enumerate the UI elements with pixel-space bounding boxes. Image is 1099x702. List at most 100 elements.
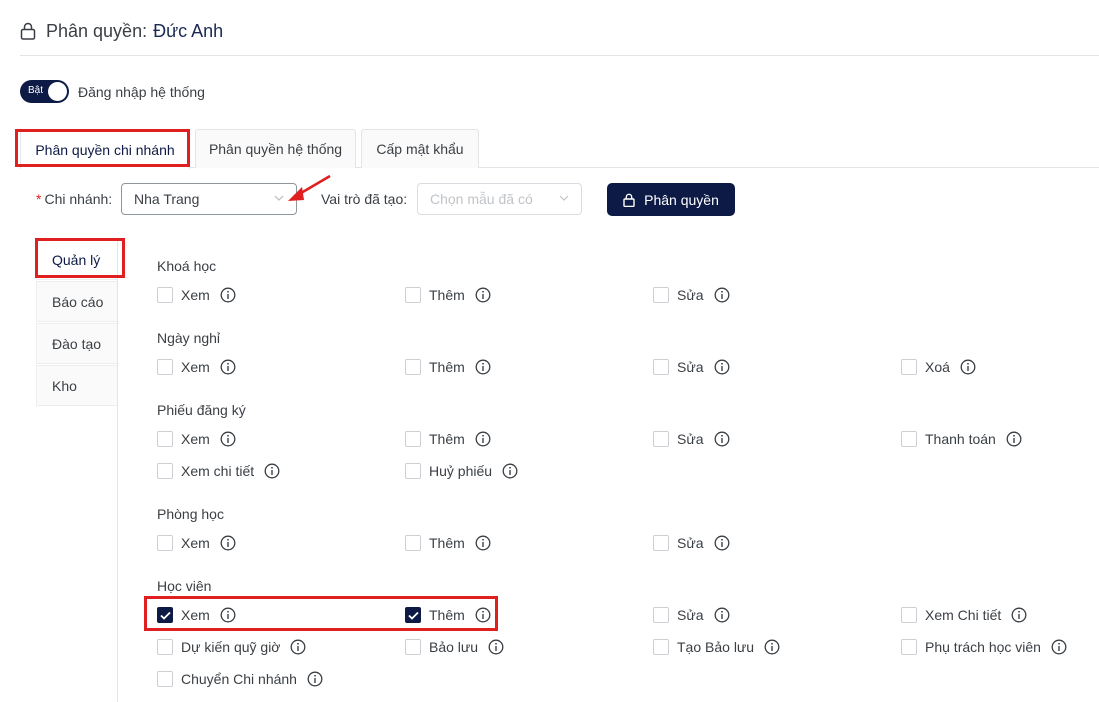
permission-label: Sửa	[677, 287, 704, 303]
side-tab-management[interactable]: Quản lý	[36, 239, 118, 280]
tab-bar: Phân quyền chi nhánh Phân quyền hệ thống…	[20, 129, 1099, 169]
permission-item: Xem chi tiết	[157, 462, 280, 480]
permission-item: Thêm	[405, 430, 491, 448]
tab-password[interactable]: Cấp mật khẩu	[361, 129, 479, 168]
lock-icon	[20, 22, 36, 40]
permission-checkbox[interactable]	[405, 535, 421, 551]
info-icon[interactable]	[475, 535, 491, 551]
toggle-knob	[48, 82, 67, 101]
info-icon[interactable]	[475, 287, 491, 303]
permission-label: Thêm	[429, 359, 465, 375]
permission-checkbox[interactable]	[901, 359, 917, 375]
permission-label: Xem chi tiết	[181, 463, 255, 479]
info-icon[interactable]	[1006, 431, 1022, 447]
permission-label: Phụ trách học viên	[925, 639, 1041, 655]
permission-item: Dự kiến quỹ giờ	[157, 638, 306, 656]
login-toggle[interactable]: Bật	[20, 80, 69, 103]
permission-checkbox[interactable]	[901, 431, 917, 447]
permission-checkbox[interactable]	[405, 607, 421, 623]
info-icon[interactable]	[714, 287, 730, 303]
role-select[interactable]: Chọn mẫu đã có	[417, 183, 582, 215]
permission-item: Xem	[157, 430, 236, 448]
branch-select-value: Nha Trang	[134, 191, 200, 207]
permission-label: Sửa	[677, 607, 704, 623]
info-icon[interactable]	[488, 639, 504, 655]
info-icon[interactable]	[475, 359, 491, 375]
info-icon[interactable]	[960, 359, 976, 375]
permission-label: Thêm	[429, 431, 465, 447]
permission-checkbox[interactable]	[405, 359, 421, 375]
tab-system-permissions[interactable]: Phân quyền hệ thống	[195, 129, 356, 168]
info-icon[interactable]	[764, 639, 780, 655]
permission-checkbox[interactable]	[653, 359, 669, 375]
permission-checkbox[interactable]	[405, 463, 421, 479]
permission-checkbox[interactable]	[653, 639, 669, 655]
info-icon[interactable]	[475, 431, 491, 447]
info-icon[interactable]	[502, 463, 518, 479]
info-icon[interactable]	[220, 431, 236, 447]
permission-checkbox[interactable]	[157, 639, 173, 655]
permission-item: Xem	[157, 286, 236, 304]
info-icon[interactable]	[290, 639, 306, 655]
section-title: Khoá học	[157, 258, 217, 274]
permission-label: Xem	[181, 287, 210, 303]
permission-checkbox[interactable]	[157, 431, 173, 447]
permission-checkbox[interactable]	[405, 639, 421, 655]
permission-item: Sửa	[653, 606, 730, 624]
info-icon[interactable]	[220, 535, 236, 551]
permission-label: Sửa	[677, 359, 704, 375]
info-icon[interactable]	[1051, 639, 1067, 655]
permission-label: Chuyển Chi nhánh	[181, 671, 297, 687]
required-mark: *	[36, 191, 42, 207]
permission-label: Thêm	[429, 287, 465, 303]
permission-checkbox[interactable]	[157, 671, 173, 687]
tab-label: Phân quyền chi nhánh	[35, 141, 175, 158]
permission-item: Sửa	[653, 358, 730, 376]
section-title: Phòng học	[157, 506, 224, 522]
side-tab-reports[interactable]: Báo cáo	[36, 281, 118, 322]
permission-checkbox[interactable]	[901, 607, 917, 623]
permission-checkbox[interactable]	[901, 639, 917, 655]
info-icon[interactable]	[307, 671, 323, 687]
permission-checkbox[interactable]	[157, 287, 173, 303]
info-icon[interactable]	[714, 359, 730, 375]
permission-checkbox[interactable]	[157, 463, 173, 479]
permission-label: Tạo Bảo lưu	[677, 639, 755, 655]
permission-item: Sửa	[653, 430, 730, 448]
permission-checkbox[interactable]	[653, 287, 669, 303]
tab-label: Cấp mật khẩu	[376, 141, 464, 157]
permission-checkbox[interactable]	[157, 359, 173, 375]
info-icon[interactable]	[475, 607, 491, 623]
permission-checkbox[interactable]	[157, 607, 173, 623]
side-tab-training[interactable]: Đào tạo	[36, 323, 118, 364]
info-icon[interactable]	[714, 607, 730, 623]
info-icon[interactable]	[220, 287, 236, 303]
permission-label: Xem	[181, 431, 210, 447]
side-tab-label: Kho	[52, 377, 77, 394]
permission-checkbox[interactable]	[157, 535, 173, 551]
permission-checkbox[interactable]	[405, 287, 421, 303]
info-icon[interactable]	[220, 359, 236, 375]
info-icon[interactable]	[714, 535, 730, 551]
branch-select[interactable]: Nha Trang	[121, 183, 297, 215]
info-icon[interactable]	[264, 463, 280, 479]
page-header: Phân quyền: Đức Anh	[20, 18, 223, 44]
permission-checkbox[interactable]	[405, 431, 421, 447]
role-label: Vai trò đã tạo:	[321, 191, 408, 207]
permission-label: Xem Chi tiết	[925, 607, 1002, 623]
header-divider	[20, 55, 1099, 56]
permission-checkbox[interactable]	[653, 431, 669, 447]
info-icon[interactable]	[220, 607, 236, 623]
info-icon[interactable]	[1011, 607, 1027, 623]
permission-checkbox[interactable]	[653, 607, 669, 623]
side-tab-label: Báo cáo	[52, 293, 104, 310]
info-icon[interactable]	[714, 431, 730, 447]
permission-label: Dự kiến quỹ giờ	[181, 639, 281, 655]
side-tab-warehouse[interactable]: Kho	[36, 365, 118, 406]
tab-branch-permissions[interactable]: Phân quyền chi nhánh	[20, 129, 190, 169]
permission-checkbox[interactable]	[653, 535, 669, 551]
permission-item: Bảo lưu	[405, 638, 504, 656]
permission-item: Sửa	[653, 534, 730, 552]
permission-label: Thêm	[429, 607, 465, 623]
apply-permission-button[interactable]: Phân quyền	[607, 183, 735, 216]
